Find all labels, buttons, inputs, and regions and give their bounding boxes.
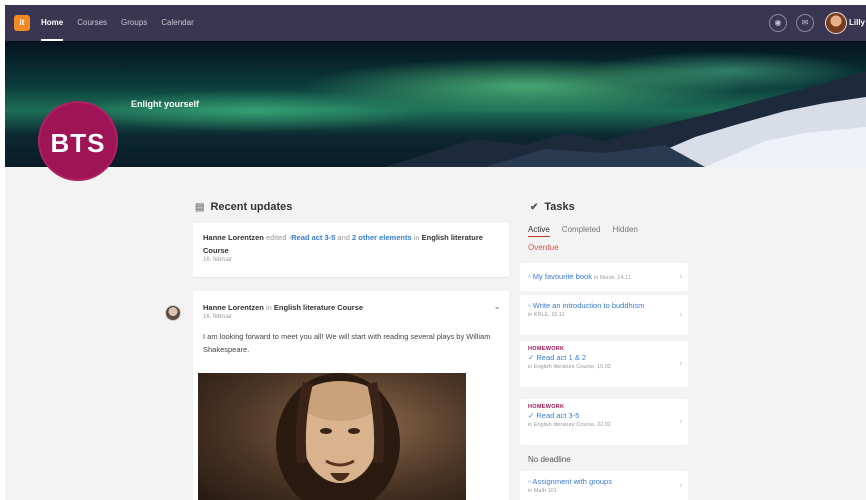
tasks-title: Tasks [544,201,575,213]
post-author[interactable]: Hanne Lorentzen [203,303,264,312]
chevron-right-icon: › [679,360,682,368]
nav-calendar[interactable]: Calendar [161,5,193,41]
top-navigation: it Home Courses Groups Calendar ◉ ✉ Lill… [5,5,866,41]
post-course[interactable]: English literature Course [274,303,363,312]
nav-courses[interactable]: Courses [77,5,107,41]
nav-home[interactable]: Home [41,5,64,41]
task-item[interactable]: HOMEWORK ✓ Read act 1 & 2 in English lit… [520,341,688,387]
update-text: Hanne Lorentzen edited ▫Read act 3-5 and… [203,231,499,257]
tab-hidden[interactable]: Hidden [612,225,637,237]
task-item[interactable]: ▫ Assignment with groups in Math 101 › [520,471,688,500]
tasks-heading: ✔ Tasks [530,201,575,213]
task-title: ▫ Assignment with groups [528,477,612,486]
user-avatar[interactable] [825,12,847,34]
task-title: ▫ My favourite book in Norsk, 14.11 [528,272,631,281]
recent-updates-heading: ▤ Recent updates [195,201,292,213]
course-badge: BTS [38,101,118,181]
post-body: I am looking forward to meet you all! We… [203,332,491,354]
task-subtitle: in English literature Course, 15.02 [528,364,611,370]
post-header: Hanne Lorentzen in English literature Co… [203,301,499,314]
task-subtitle: in English literature Course, 22.02 [528,422,611,428]
tasks-tabs: Active Completed Hidden [528,225,650,237]
update-date: 16. februar [203,257,233,263]
chevron-right-icon: › [679,273,682,281]
overdue-label: Overdue [528,243,559,252]
chevron-right-icon: › [679,418,682,426]
update-author[interactable]: Hanne Lorentzen [203,233,264,242]
task-title: ▫ Write an introduction to buddhism [528,301,645,310]
app-frame: it Home Courses Groups Calendar ◉ ✉ Lill… [5,5,866,500]
feed-icon: ▤ [195,201,205,213]
task-title: ✓ Read act 1 & 2 [528,353,586,362]
task-item[interactable]: HOMEWORK ✓ Read act 3-5 in English liter… [520,399,688,445]
chevron-right-icon: › [679,311,682,319]
task-subtitle: in KRLE, 15.11 [528,312,565,318]
chevron-right-icon: › [679,482,682,490]
update-link-read-act[interactable]: Read act 3-5 [291,233,335,242]
shakespeare-portrait [198,373,466,500]
chevron-down-icon[interactable]: ⌄ [493,301,501,312]
checkmark-icon: ✔ [530,201,539,213]
post-in: in [265,303,272,312]
notifications-icon[interactable]: ◉ [769,14,787,32]
update-in: in [413,233,420,242]
post-date: 16. februar [203,314,233,320]
update-link-other-elements[interactable]: 2 other elements [352,233,412,242]
tab-active[interactable]: Active [528,225,550,237]
task-subtitle: in Math 101 [528,488,557,494]
update-and: and [337,233,350,242]
portrait-image [276,373,400,500]
app-logo[interactable]: it [14,15,30,31]
post-author-avatar[interactable] [165,305,181,321]
no-deadline-label: No deadline [528,455,571,464]
task-item[interactable]: ▫ My favourite book in Norsk, 14.11 › [520,263,688,291]
task-item[interactable]: ▫ Write an introduction to buddhism in K… [520,295,688,335]
update-verb: edited [265,233,287,242]
messages-icon[interactable]: ✉ [796,14,814,32]
tab-completed[interactable]: Completed [562,225,601,237]
nav-groups[interactable]: Groups [121,5,147,41]
recent-updates-title: Recent updates [210,201,293,213]
banner-title: Enlight yourself [131,99,200,109]
task-title: ✓ Read act 3-5 [528,411,580,420]
update-card: Hanne Lorentzen edited ▫Read act 3-5 and… [193,223,509,277]
user-name[interactable]: Lilly [849,5,865,41]
main-nav: Home Courses Groups Calendar [41,5,208,41]
